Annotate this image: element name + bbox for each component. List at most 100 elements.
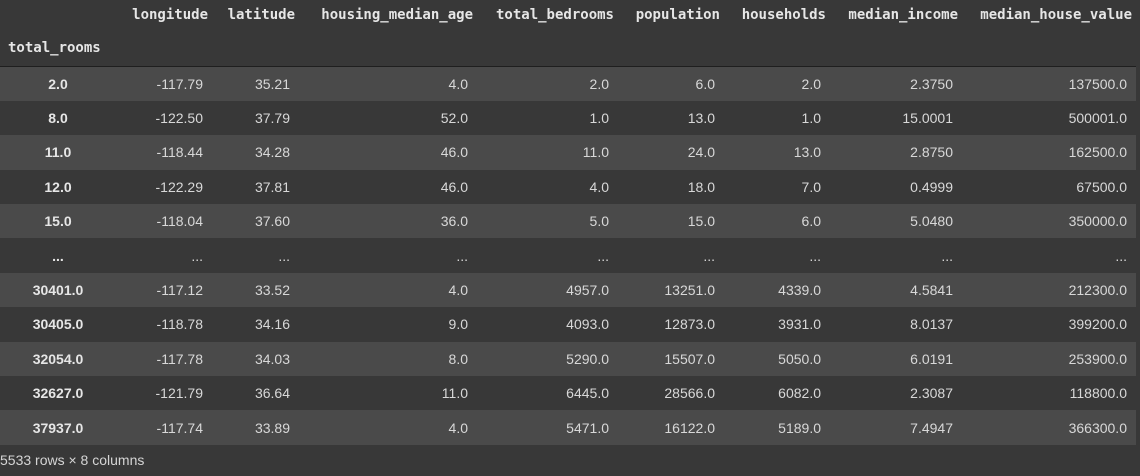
table-cell: 15507.0	[664, 350, 715, 367]
table-cell: 0.4999	[910, 178, 953, 195]
table-cell: 13.0	[793, 144, 821, 161]
table-cell: 2.3087	[910, 385, 953, 402]
table-cell: 212300.0	[1068, 282, 1127, 299]
table-cell: 137500.0	[1068, 75, 1127, 92]
table-cell: 33.52	[254, 282, 290, 299]
table-cell: 2.0	[589, 75, 609, 92]
table-cell: ...	[456, 247, 468, 264]
header-corner	[0, 0, 116, 30]
table-row: 2.0 -117.79 35.21 4.0 2.0 6.0 2.0 2.3750 137500.…	[0, 66, 1136, 101]
table-cell: 15.0	[687, 213, 715, 230]
shape-summary: 5533 rows × 8 columns	[0, 452, 145, 468]
row-index: 11.0	[44, 144, 72, 161]
row-index: 37937.0	[32, 419, 84, 436]
column-header: median_house_value	[980, 7, 1132, 23]
table-cell: 1.0	[801, 110, 821, 127]
table-cell: 46.0	[440, 144, 468, 161]
column-header: total_bedrooms	[495, 7, 614, 23]
table-row: 37937.0 -117.74 33.89 4.0 5471.0 16122.0 5189.…	[0, 410, 1136, 445]
table-cell: 15.0001	[902, 110, 953, 127]
table-cell: 37.60	[254, 213, 290, 230]
table-cell: 5189.0	[778, 419, 821, 436]
table-cell: 5290.0	[566, 350, 609, 367]
table-cell: 8.0	[448, 350, 468, 367]
table-cell: 5.0	[589, 213, 609, 230]
table-cell: 12873.0	[664, 316, 715, 333]
table-cell: 16122.0	[664, 419, 715, 436]
table-cell: ...	[703, 247, 715, 264]
column-header: longitude	[132, 7, 208, 23]
table-cell: -122.50	[155, 110, 203, 127]
column-header: median_income	[848, 7, 958, 23]
index-name-row: total_rooms	[0, 30, 1136, 67]
row-index: 32054.0	[32, 350, 84, 367]
table-cell: 4.0	[448, 282, 468, 299]
table-cell: 3931.0	[778, 316, 821, 333]
table-cell: 37.81	[254, 178, 290, 195]
notebook-output: longitude latitude housing_median_age to…	[0, 0, 1140, 476]
table-cell: 399200.0	[1068, 316, 1127, 333]
table-cell: 5471.0	[566, 419, 609, 436]
table-cell: 4.5841	[910, 282, 953, 299]
table-cell: 5050.0	[778, 350, 821, 367]
table-cell: -118.78	[156, 316, 203, 333]
table-cell: 253900.0	[1068, 350, 1127, 367]
table-row: 32627.0 -121.79 36.64 11.0 6445.0 28566.0 6082…	[0, 376, 1136, 411]
table-cell: 24.0	[687, 144, 715, 161]
table-cell: 6082.0	[778, 385, 821, 402]
table-cell: 33.89	[254, 419, 290, 436]
row-index: 12.0	[44, 178, 72, 195]
table-cell: 11.0	[582, 144, 609, 161]
table-cell: 162500.0	[1068, 144, 1127, 161]
table-cell: 5.0480	[910, 213, 953, 230]
table-cell: 18.0	[687, 178, 715, 195]
table-row: 30401.0 -117.12 33.52 4.0 4957.0 13251.0 4339.…	[0, 272, 1136, 308]
column-header: latitude	[227, 7, 295, 23]
table-cell: 4.0	[589, 178, 609, 195]
row-index: ...	[52, 247, 64, 264]
table-cell: -117.78	[156, 350, 203, 367]
table-cell: 4.0	[448, 419, 468, 436]
table-cell: -117.79	[156, 75, 203, 92]
table-cell: ...	[809, 247, 821, 264]
dataframe-table: longitude latitude housing_median_age to…	[0, 0, 1136, 445]
table-row: 30405.0 -118.78 34.16 9.0 4093.0 12873.0 3931.…	[0, 307, 1136, 342]
table-cell: 36.64	[254, 385, 290, 402]
table-row: 15.0 -118.04 37.60 36.0 5.0 15.0 6.0 5.0480 3500…	[0, 204, 1136, 239]
table-cell: 4.0	[448, 75, 468, 92]
table-cell: 2.0	[801, 75, 821, 92]
table-cell: 2.8750	[910, 144, 953, 161]
table-body: 2.0 -117.79 35.21 4.0 2.0 6.0 2.0 2.3750 137500.…	[0, 66, 1136, 445]
table-cell: 366300.0	[1068, 419, 1127, 436]
index-name: total_rooms	[8, 40, 101, 56]
table-cell: 7.4947	[910, 419, 953, 436]
table-cell: 6.0	[695, 75, 715, 92]
table-cell: -122.29	[155, 178, 203, 195]
table-cell: -117.74	[156, 419, 203, 436]
table-cell: 6.0191	[910, 350, 953, 367]
table-cell: 118800.0	[1069, 385, 1127, 402]
table-cell: -118.44	[156, 144, 203, 161]
table-cell: 350000.0	[1068, 213, 1127, 230]
table-row: 8.0 -122.50 37.79 52.0 1.0 13.0 1.0 15.0001 5000…	[0, 100, 1136, 136]
table-cell: 34.03	[254, 350, 290, 367]
table-row: 12.0 -122.29 37.81 46.0 4.0 18.0 7.0 0.4999 6750…	[0, 169, 1136, 205]
row-index: 8.0	[48, 110, 68, 127]
table-cell: 35.21	[254, 75, 290, 92]
table-cell: ...	[278, 247, 290, 264]
table-row: ...........................	[0, 238, 1136, 273]
table-cell: 67500.0	[1076, 178, 1127, 195]
table-cell: ...	[941, 247, 953, 264]
table-cell: 36.0	[440, 213, 468, 230]
table-cell: 9.0	[448, 316, 468, 333]
table-header: longitude latitude housing_median_age to…	[0, 0, 1136, 67]
table-cell: 500001.0	[1068, 110, 1127, 127]
table-cell: 4093.0	[566, 316, 609, 333]
table-cell: 37.79	[254, 110, 290, 127]
row-index: 30401.0	[32, 282, 84, 299]
table-row: 32054.0 -117.78 34.03 8.0 5290.0 15507.0 5050.…	[0, 341, 1136, 377]
table-cell: ...	[191, 247, 203, 264]
table-cell: -117.12	[156, 282, 203, 299]
table-cell: 4339.0	[778, 282, 821, 299]
table-row: 11.0 -118.44 34.28 46.0 11.0 24.0 13.0 2.8750 16…	[0, 135, 1136, 170]
